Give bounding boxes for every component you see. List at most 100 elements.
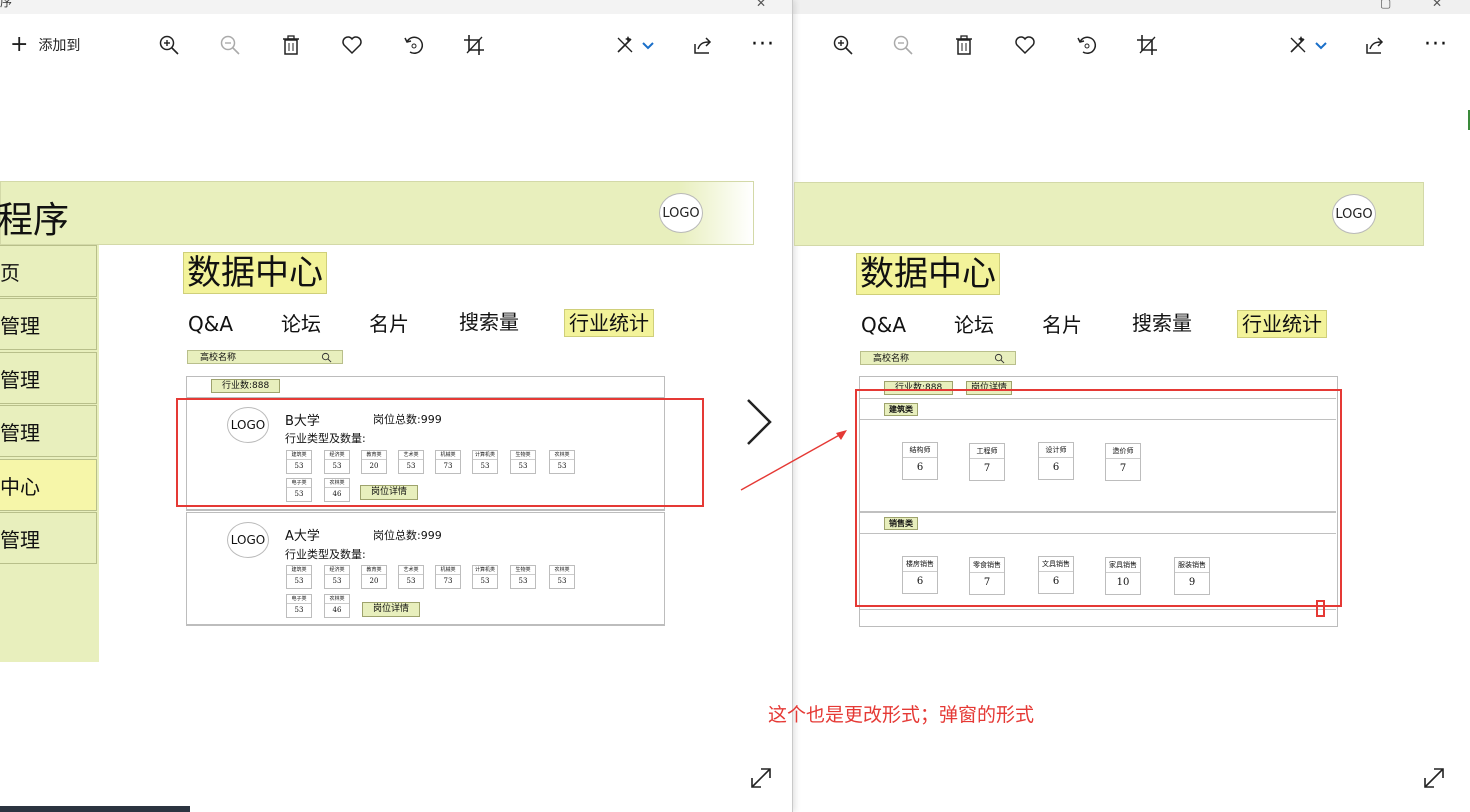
industry-cell: 农林类 46: [324, 594, 350, 618]
heart-icon[interactable]: [1012, 32, 1038, 58]
section-title: 建筑类: [884, 403, 918, 416]
close-icon[interactable]: ✕: [756, 0, 766, 10]
tab-cards[interactable]: 名片: [1042, 312, 1082, 338]
mockup-header: 程序 LOGO: [0, 181, 754, 245]
mockup-sidebar: 页 管理 管理 管理 中心 管理: [0, 245, 99, 662]
add-to-label: 添加到: [38, 38, 81, 54]
job-cell: 零食销售 7: [969, 557, 1005, 595]
industry-subtitle: 行业类型及数量:: [285, 432, 366, 445]
search-input[interactable]: 高校名称: [187, 350, 343, 364]
chevron-down-icon[interactable]: [1313, 32, 1329, 58]
close-icon[interactable]: ✕: [1432, 0, 1442, 10]
zoom-in-icon[interactable]: [156, 32, 182, 58]
sidebar-item-home[interactable]: 页: [0, 245, 97, 297]
tab-search-volume[interactable]: 搜索量: [1132, 310, 1192, 336]
industry-cell: 计算机类 53: [472, 450, 498, 474]
edit-icon[interactable]: [1285, 32, 1311, 58]
industry-cell: 电子类 53: [286, 478, 312, 502]
app-title: 程序: [0, 200, 70, 241]
zoom-out-icon[interactable]: [217, 32, 243, 58]
toolbar: + 添加到 ···: [0, 14, 792, 74]
zoom-in-icon[interactable]: [830, 32, 856, 58]
window-title: 序: [0, 0, 13, 9]
crop-icon[interactable]: [1134, 32, 1160, 58]
industry-cell: 生物类 53: [510, 450, 536, 474]
taskbar-strip: [0, 806, 190, 812]
heart-icon[interactable]: [339, 32, 365, 58]
industry-cell: 教育类 20: [361, 450, 387, 474]
plus-icon: +: [10, 32, 29, 57]
tab-cards[interactable]: 名片: [369, 311, 409, 337]
more-icon[interactable]: ···: [1423, 32, 1449, 58]
industry-count-chip: 行业数:888: [884, 381, 954, 395]
annotation-arrow-icon: [740, 430, 847, 491]
sidebar-item-manage-1[interactable]: 管理: [0, 298, 97, 350]
university-name: B大学: [285, 414, 320, 429]
tab-search-volume[interactable]: 搜索量: [459, 309, 519, 335]
title-bar: ▢ ✕: [792, 0, 1470, 14]
university-logo: LOGO: [227, 407, 269, 443]
sidebar-item-manage-4[interactable]: 管理: [0, 512, 97, 564]
job-cell: 设计师 6: [1038, 442, 1074, 480]
popup-section-sales: 销售类 楼房销售 6 零食销售 7 文具销售 6 家具销售 10 服装销售 9: [860, 512, 1336, 610]
university-name: A大学: [285, 529, 320, 544]
job-cell: 结构师 6: [902, 442, 938, 480]
industry-cell: 艺术类 53: [398, 450, 424, 474]
job-detail-tag: 岗位详情: [966, 381, 1013, 395]
industry-cell: 建筑类 53: [286, 450, 312, 474]
industry-cell: 教育类 20: [361, 565, 387, 589]
tab-industry-stats[interactable]: 行业统计: [564, 309, 654, 337]
rotate-icon[interactable]: [1073, 32, 1099, 58]
university-card-a: LOGO A大学 岗位总数:999 行业类型及数量: 建筑类 53 经济类 53 教…: [186, 512, 665, 626]
mockup-header-right: LOGO: [794, 182, 1424, 246]
tab-qa[interactable]: Q&A: [861, 312, 906, 338]
rotate-icon[interactable]: [400, 32, 426, 58]
industry-cell: 计算机类 53: [472, 565, 498, 589]
maximize-icon[interactable]: ▢: [1380, 0, 1391, 10]
industry-cell: 生物类 53: [510, 565, 536, 589]
trash-icon[interactable]: [278, 32, 304, 58]
job-total: 岗位总数:999: [373, 529, 442, 542]
job-detail-button[interactable]: 岗位详情: [360, 485, 419, 500]
search-icon: [994, 353, 1005, 364]
annotation-text: 这个也是更改形式；弹窗的形式: [768, 704, 1035, 726]
university-card-b: LOGO B大学 岗位总数:999 行业类型及数量: 建筑类 53 经济类 53 教…: [186, 398, 665, 511]
sidebar-item-data-center[interactable]: 中心: [0, 459, 97, 511]
job-cell: 楼房销售 6: [902, 556, 938, 594]
expand-icon[interactable]: [749, 766, 773, 790]
industry-cell: 经济类 53: [324, 565, 350, 589]
title-bar: 序 ✕: [0, 0, 792, 14]
chevron-down-icon[interactable]: [640, 32, 656, 58]
more-icon[interactable]: ···: [750, 32, 776, 58]
industry-count-chip: 行业数:888: [211, 379, 281, 393]
search-placeholder: 高校名称: [200, 353, 237, 363]
tab-forum[interactable]: 论坛: [281, 311, 321, 337]
zoom-out-icon[interactable]: [890, 32, 916, 58]
add-to-button[interactable]: + 添加到: [10, 34, 80, 56]
industry-cell: 电子类 53: [286, 594, 312, 618]
trash-icon[interactable]: [951, 32, 977, 58]
tab-industry-stats[interactable]: 行业统计: [1237, 310, 1327, 338]
edit-icon[interactable]: [612, 32, 638, 58]
header-logo: LOGO: [659, 193, 703, 233]
tab-qa[interactable]: Q&A: [188, 311, 233, 337]
share-icon[interactable]: [1362, 32, 1388, 58]
industry-cell: 农林类 53: [549, 565, 575, 589]
job-detail-button[interactable]: 岗位详情: [362, 602, 421, 617]
share-icon[interactable]: [690, 32, 716, 58]
search-icon: [321, 352, 332, 363]
sidebar-item-manage-2[interactable]: 管理: [0, 352, 97, 404]
expand-icon[interactable]: [1422, 766, 1446, 790]
crop-icon[interactable]: [461, 32, 487, 58]
job-cell: 工程师 7: [969, 443, 1005, 481]
tab-forum[interactable]: 论坛: [954, 312, 994, 338]
section-title: 销售类: [884, 517, 918, 530]
sidebar-item-manage-3[interactable]: 管理: [0, 405, 97, 457]
university-logo: LOGO: [227, 522, 269, 558]
job-total: 岗位总数:999: [373, 413, 442, 426]
search-input[interactable]: 高校名称: [860, 351, 1016, 365]
industry-cell: 经济类 53: [324, 450, 350, 474]
popup-section-construction: 建筑类 结构师 6 工程师 7 设计师 6 造价师 7: [860, 398, 1336, 512]
photo-viewer-window-left: 序 ✕ + 添加到 ··· 程序 LOGO 页 管理 管理 管理 中心 管理 数…: [0, 0, 793, 812]
industry-cell: 机械类 73: [435, 450, 461, 474]
